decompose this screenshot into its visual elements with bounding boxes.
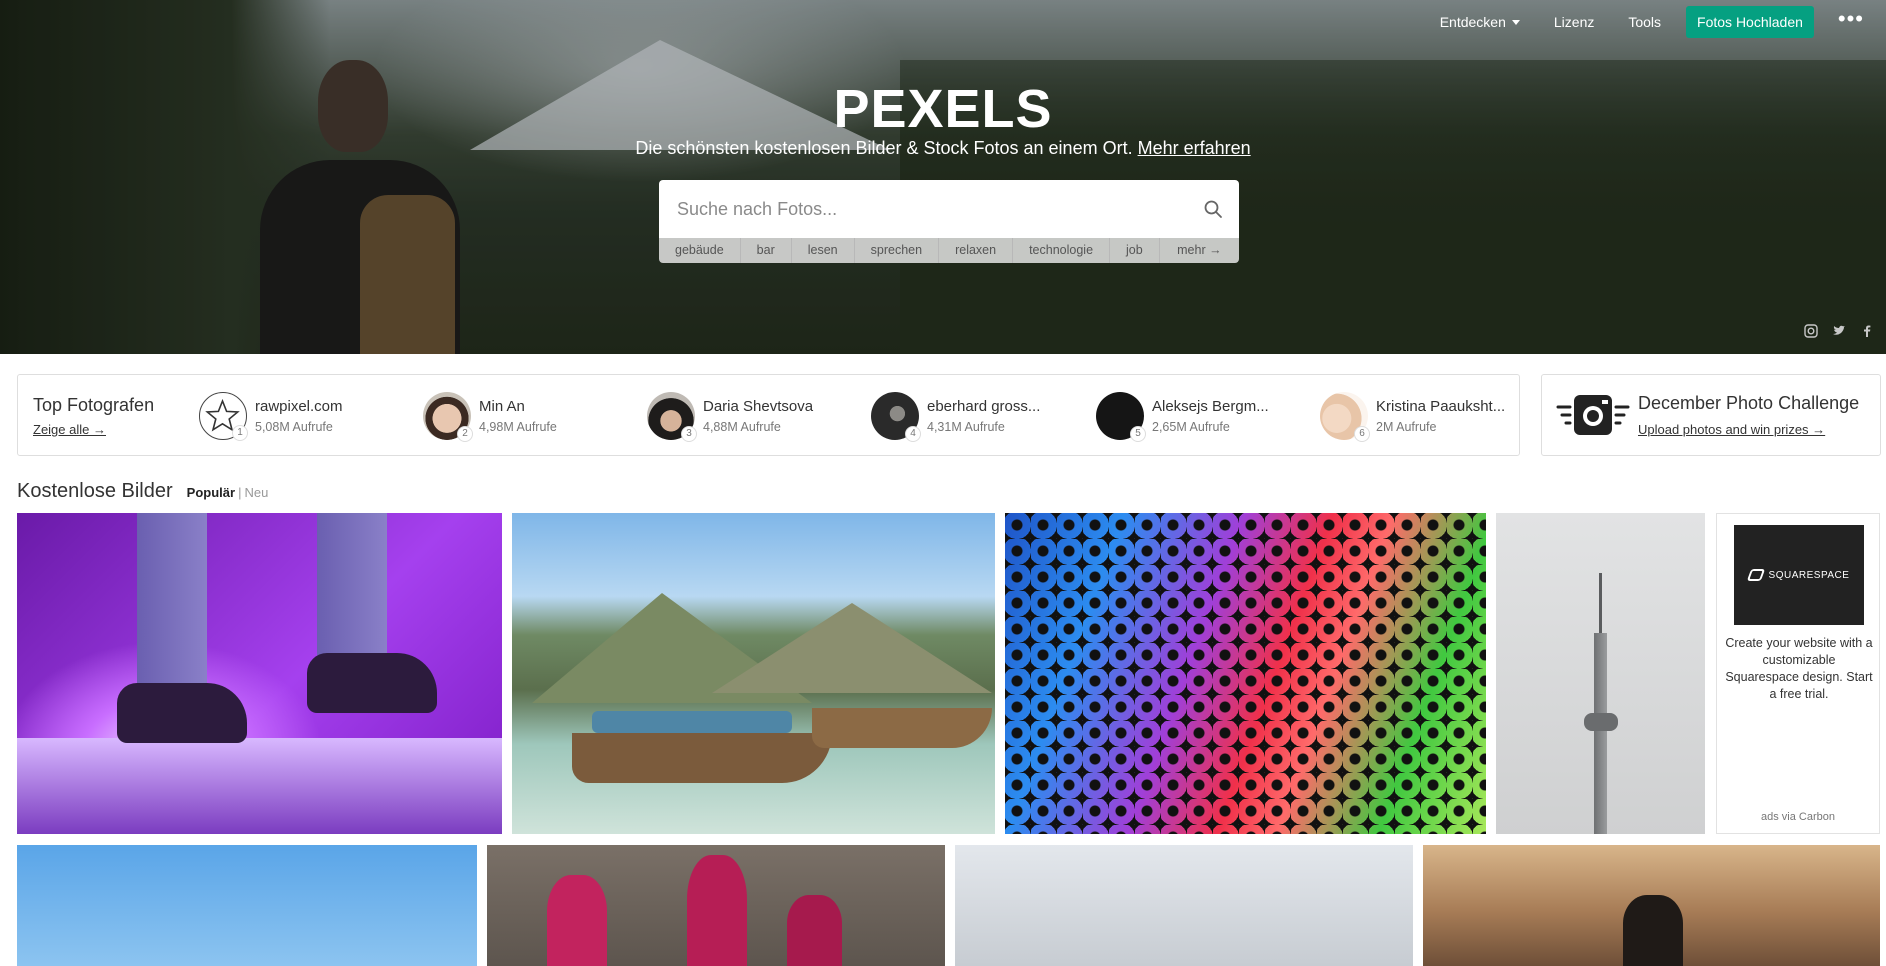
photographer-item[interactable]: 2 Min An 4,98M Aufrufe (423, 391, 557, 442)
photo-blue-sky[interactable] (17, 845, 477, 966)
rank-badge: 6 (1354, 426, 1370, 442)
photographer-name: Daria Shevtsova (703, 398, 814, 415)
avatar: 2 (423, 392, 473, 442)
photographer-name: Aleksejs Bergm... (1152, 398, 1269, 415)
tab-separator: | (238, 485, 242, 500)
search-bar (659, 180, 1239, 238)
search-icon[interactable] (1187, 180, 1239, 238)
photographer-name: Kristina Paauksht... (1376, 398, 1506, 415)
photo-cn-tower[interactable] (1496, 513, 1705, 834)
avatar: 4 (871, 392, 921, 442)
site-logo[interactable]: PEXELS (0, 78, 1886, 140)
top-navigation: Entdecken Lizenz Tools Fotos Hochladen •… (1423, 6, 1886, 38)
top-photographers-panel: Top Fotografen Zeige alle → 1 rawpixel.c… (17, 374, 1520, 456)
photo-cloudy-sky[interactable] (955, 845, 1413, 966)
photographer-views: 2,65M Aufrufe (1152, 420, 1230, 434)
rank-badge: 3 (681, 426, 697, 442)
photographer-views: 4,98M Aufrufe (479, 420, 557, 434)
instagram-icon[interactable] (1802, 324, 1820, 342)
carbon-ad[interactable]: SQUARESPACE Create your website with a c… (1716, 513, 1880, 834)
squarespace-logo: SQUARESPACE (1734, 525, 1864, 625)
rank-badge: 1 (232, 425, 248, 441)
search-input[interactable] (659, 180, 1187, 238)
chevron-down-icon (1511, 19, 1520, 25)
photographer-views: 5,08M Aufrufe (255, 420, 333, 434)
rank-badge: 5 (1130, 426, 1146, 442)
squarespace-icon (1746, 569, 1765, 581)
hero-banner: Entdecken Lizenz Tools Fotos Hochladen •… (0, 0, 1886, 354)
tag-more[interactable]: mehr → (1160, 238, 1239, 263)
section-title: Kostenlose Bilder (17, 480, 173, 502)
section-header: Kostenlose Bilder Populär | Neu (17, 480, 268, 503)
tag-job[interactable]: job (1110, 238, 1160, 263)
photographer-name: rawpixel.com (255, 398, 343, 415)
hero-overlay (0, 0, 1886, 354)
photographer-item[interactable]: 6 Kristina Paauksht... 2M Aufrufe (1320, 391, 1506, 442)
photographer-views: 4,31M Aufrufe (927, 420, 1005, 434)
photographer-item[interactable]: 4 eberhard gross... 4,31M Aufrufe (871, 391, 1041, 442)
photographer-item[interactable]: 5 Aleksejs Bergm... 2,65M Aufrufe (1096, 391, 1269, 442)
more-options-icon[interactable]: ••• (1824, 8, 1886, 35)
photo-pink-tulips[interactable] (487, 845, 945, 966)
ads-via-carbon-link[interactable]: ads via Carbon (1717, 811, 1879, 823)
facebook-icon[interactable] (1858, 324, 1876, 342)
photographer-item[interactable]: 1 rawpixel.com 5,08M Aufrufe (199, 391, 343, 441)
avatar: 6 (1320, 392, 1370, 442)
photo-longtail-boats[interactable] (512, 513, 995, 834)
search-suggestion-tags: gebäude bar lesen sprechen relaxen techn… (659, 238, 1239, 263)
photographer-views: 2M Aufrufe (1376, 420, 1437, 434)
tag-lesen[interactable]: lesen (792, 238, 855, 263)
ad-text[interactable]: Create your website with a customizable … (1725, 635, 1873, 703)
photo-sunset-person[interactable] (1423, 845, 1880, 966)
ad-brand: SQUARESPACE (1768, 569, 1850, 581)
nav-discover[interactable]: Entdecken (1423, 14, 1537, 30)
nav-discover-label: Entdecken (1439, 14, 1506, 30)
hero-subtitle-text: Die schönsten kostenlosen Bilder & Stock… (635, 138, 1133, 158)
photo-colorful-straws[interactable] (1005, 513, 1486, 834)
photographer-name: eberhard gross... (927, 398, 1041, 415)
tab-popular[interactable]: Populär (187, 485, 235, 500)
tab-new[interactable]: Neu (244, 485, 268, 500)
photo-boots-purple[interactable] (17, 513, 502, 834)
photo-challenge-panel[interactable]: December Photo Challenge Upload photos a… (1541, 374, 1881, 456)
hero-subtitle: Die schönsten kostenlosen Bilder & Stock… (0, 138, 1886, 159)
avatar: 5 (1096, 392, 1146, 442)
top-photographers-header: Top Fotografen Zeige alle → (33, 395, 154, 437)
tag-sprechen[interactable]: sprechen (855, 238, 940, 263)
top-photographers-title: Top Fotografen (33, 395, 155, 415)
twitter-icon[interactable] (1830, 324, 1848, 342)
avatar: 3 (647, 392, 697, 442)
show-all-link[interactable]: Zeige alle → (33, 422, 154, 437)
challenge-link[interactable]: Upload photos and win prizes → (1638, 422, 1859, 437)
learn-more-link[interactable]: Mehr erfahren (1138, 138, 1251, 158)
rank-badge: 4 (905, 426, 921, 442)
nav-tools[interactable]: Tools (1611, 14, 1678, 30)
photographer-views: 4,88M Aufrufe (703, 420, 781, 434)
camera-icon (1556, 387, 1630, 443)
challenge-title: December Photo Challenge (1638, 393, 1860, 413)
tag-bar[interactable]: bar (741, 238, 792, 263)
social-links (1802, 324, 1886, 342)
nav-license[interactable]: Lizenz (1537, 14, 1611, 30)
tag-technologie[interactable]: technologie (1013, 238, 1111, 263)
photographer-item[interactable]: 3 Daria Shevtsova 4,88M Aufrufe (647, 391, 814, 442)
upload-photos-button[interactable]: Fotos Hochladen (1686, 6, 1814, 38)
avatar: 1 (199, 392, 248, 441)
tag-gebaeude[interactable]: gebäude (659, 238, 741, 263)
rank-badge: 2 (457, 426, 473, 442)
tag-relaxen[interactable]: relaxen (939, 238, 1014, 263)
photographer-name: Min An (479, 398, 525, 415)
